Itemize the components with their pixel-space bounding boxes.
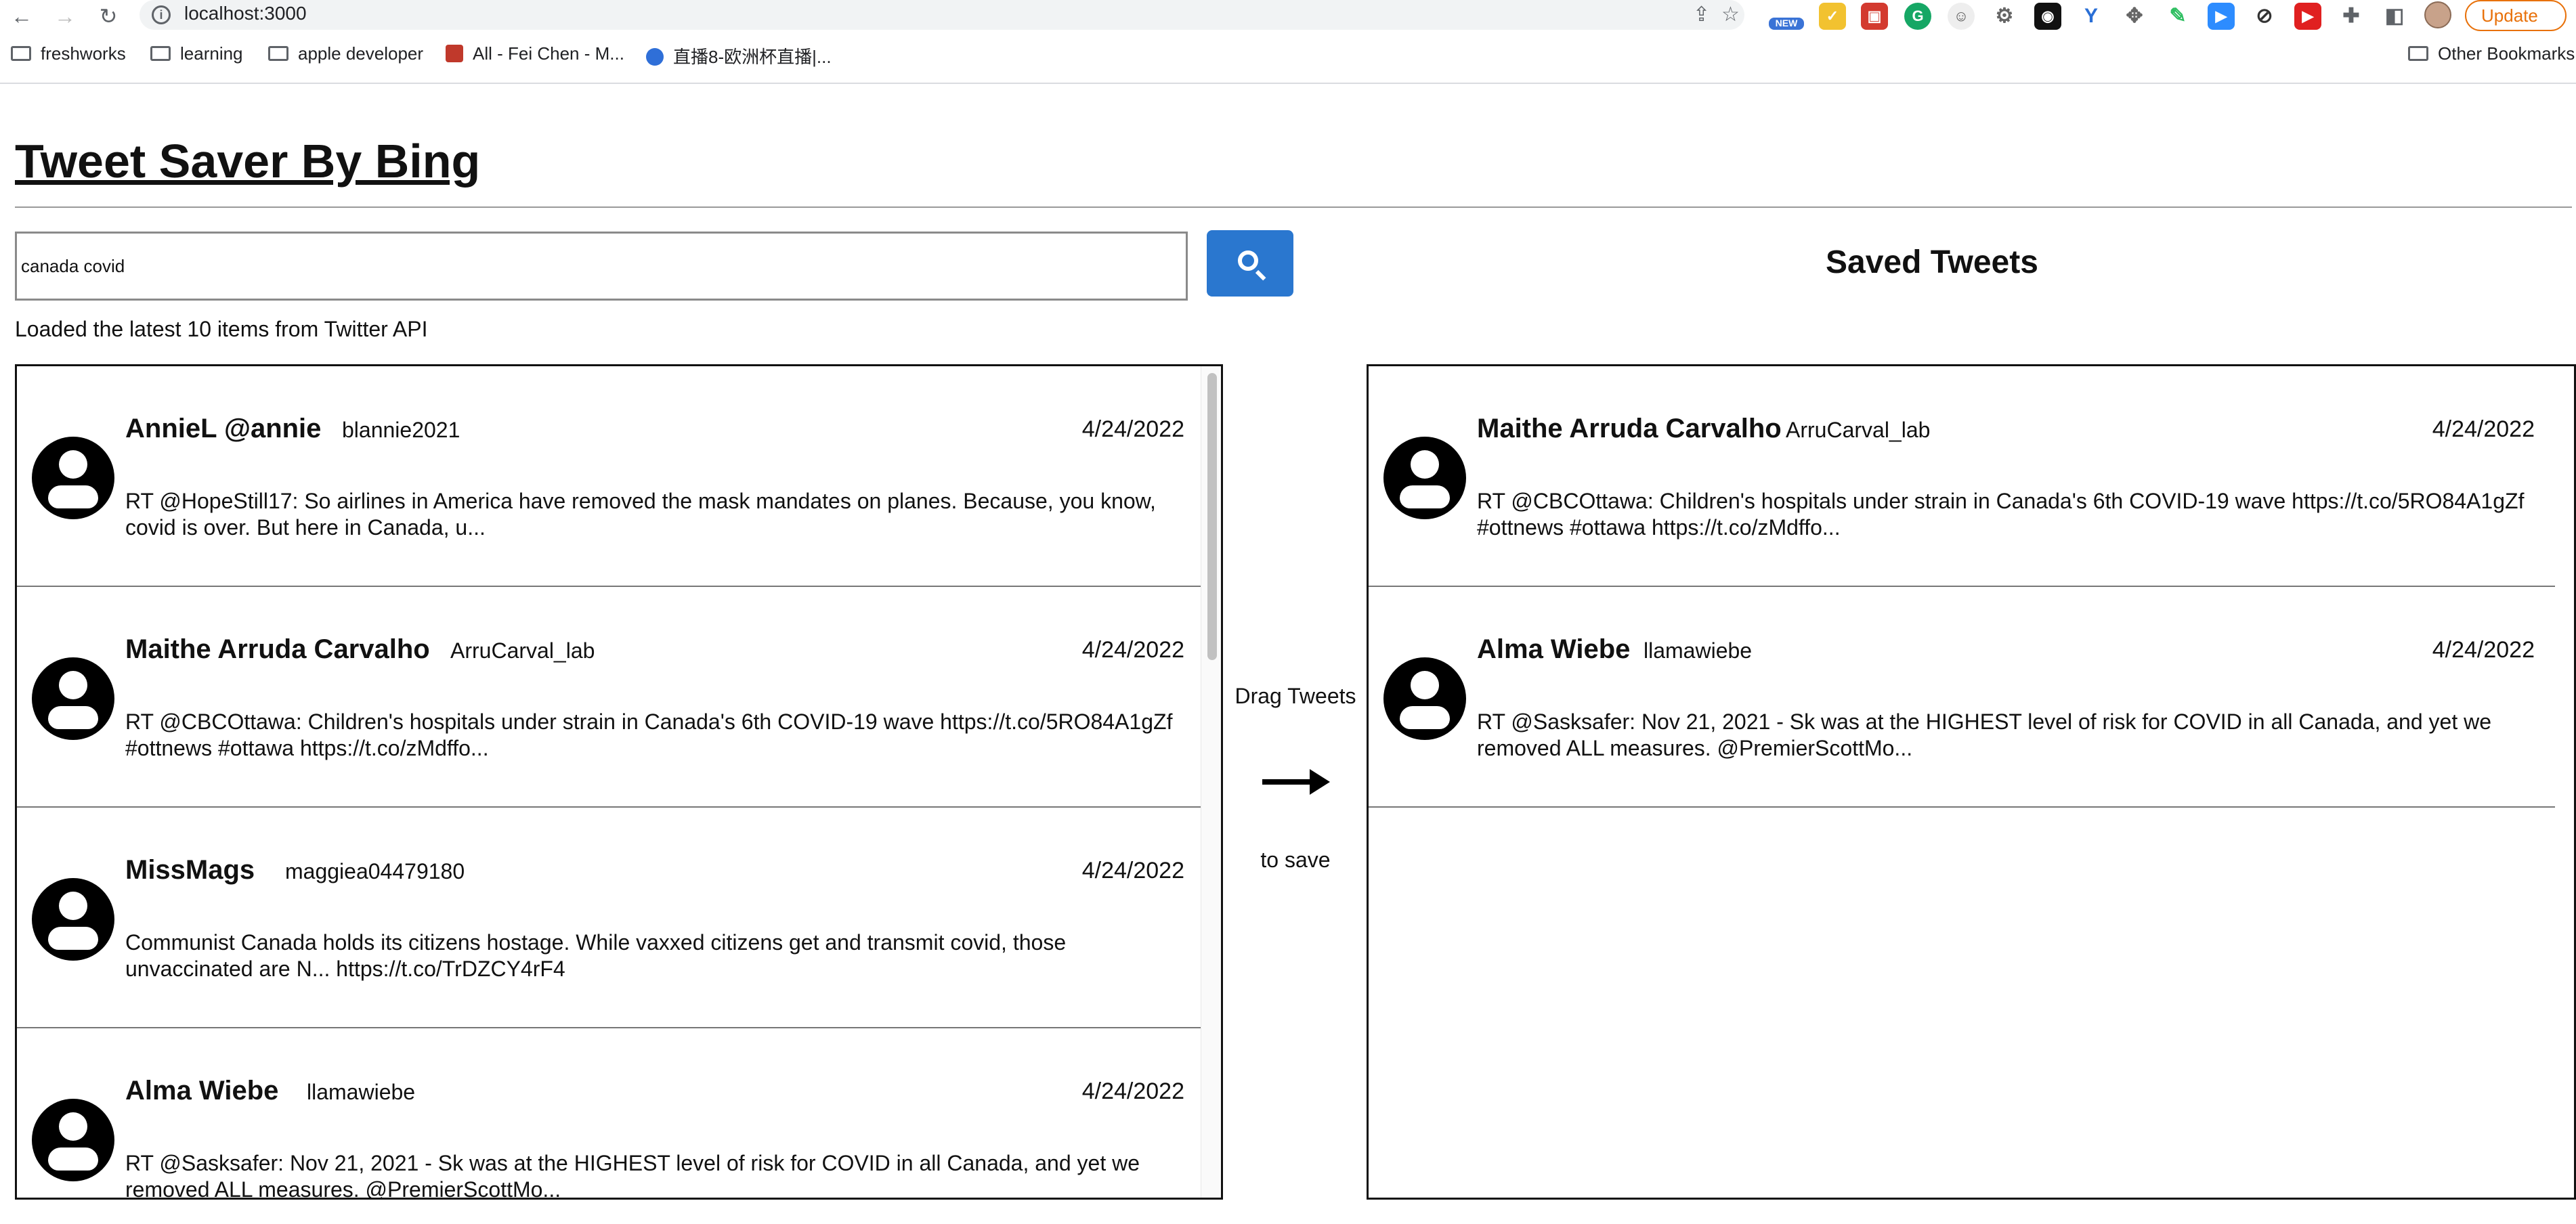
tweet-text: RT @CBCOttawa: Children's hospitals unde… xyxy=(1477,489,2525,540)
folder-icon xyxy=(268,46,288,61)
avatar-icon xyxy=(32,878,114,961)
save-hint-text: to save xyxy=(1260,848,1331,872)
tweet-date: 4/24/2022 xyxy=(1081,637,1184,663)
avatar-icon xyxy=(32,1099,114,1181)
tweet-author-handle: llamawiebe xyxy=(307,1080,416,1104)
zoom-icon[interactable]: ▶ xyxy=(2208,3,2235,30)
tweet-author-name: Alma Wiebe xyxy=(1477,634,1631,664)
site-info-icon[interactable]: i xyxy=(152,5,171,24)
bookmark-label: learning xyxy=(180,43,243,64)
tweet-card[interactable]: AnnieL @annie blannie2021 4/24/2022 RT @… xyxy=(17,366,1205,587)
bookmark-fei-chen[interactable]: All - Fei Chen - M... xyxy=(446,43,624,64)
tweet-author-name: Alma Wiebe xyxy=(125,1076,279,1106)
avatar-icon xyxy=(32,657,114,740)
tweet-date: 4/24/2022 xyxy=(2432,637,2535,663)
bookmark-zhibo8[interactable]: 直播8-欧洲杯直播|... xyxy=(646,43,832,68)
other-bookmarks[interactable]: Other Bookmarks xyxy=(2408,43,2575,64)
tweet-author-handle: blannie2021 xyxy=(342,418,460,442)
tweet-text: RT @Sasksafer: Nov 21, 2021 - Sk was at … xyxy=(1477,709,2492,760)
tweet-date: 4/24/2022 xyxy=(1081,416,1184,442)
bookmarks-bar: freshworks learning apple developer All … xyxy=(0,42,2576,73)
tweet-date: 4/24/2022 xyxy=(2432,416,2535,442)
bookmark-label: Other Bookmarks xyxy=(2438,43,2575,64)
face-extension-icon[interactable]: ☺ xyxy=(1948,3,1975,30)
bookmark-label: 直播8-欧洲杯直播|... xyxy=(673,47,832,67)
new-extension-icon[interactable]: NEW xyxy=(1769,18,1804,30)
bookmark-label: apple developer xyxy=(298,43,424,64)
site-favicon-icon xyxy=(646,48,664,66)
red-extension-icon[interactable]: ▣ xyxy=(1861,3,1888,30)
check-extension-icon[interactable]: ✓ xyxy=(1819,3,1846,30)
right-arrow-icon xyxy=(1262,769,1330,795)
tweet-card[interactable]: MissMags maggiea04479180 4/24/2022 Commu… xyxy=(17,808,1205,1028)
tweet-author-handle: ArruCarval_lab xyxy=(1786,418,1931,442)
youtube-icon[interactable]: ▶ xyxy=(2294,3,2321,30)
avatar-icon xyxy=(32,437,114,519)
bookmark-label: All - Fei Chen - M... xyxy=(473,43,624,64)
update-label: Update xyxy=(2481,5,2538,26)
tweet-author-name: Maithe Arruda Carvalho xyxy=(125,634,430,664)
avatar-icon xyxy=(1383,437,1466,519)
search-results-list[interactable]: AnnieL @annie blannie2021 4/24/2022 RT @… xyxy=(15,364,1223,1200)
share-icon[interactable]: ⇪ xyxy=(1693,3,1710,26)
gear-extension-icon[interactable]: ⚙ xyxy=(1991,3,2018,30)
search-icon-handle xyxy=(1255,269,1266,281)
saved-tweets-list[interactable]: Maithe Arruda Carvalho ArruCarval_lab 4/… xyxy=(1367,364,2576,1200)
folder-icon xyxy=(2408,46,2428,61)
update-button[interactable]: Update xyxy=(2465,0,2567,31)
tweet-text: Communist Canada holds its citizens host… xyxy=(125,930,1067,981)
tweet-author-name: MissMags xyxy=(125,855,255,885)
folder-icon xyxy=(150,46,171,61)
tweet-card[interactable]: Maithe Arruda Carvalho ArruCarval_lab 4/… xyxy=(17,587,1205,808)
status-message: Loaded the latest 10 items from Twitter … xyxy=(15,317,428,341)
site-favicon-icon xyxy=(446,45,463,62)
tweet-author-name: Maithe Arruda Carvalho xyxy=(1477,414,1782,443)
folder-icon xyxy=(11,46,31,61)
y-extension-icon[interactable]: Y xyxy=(2078,3,2105,30)
scrollbar-thumb[interactable] xyxy=(1207,373,1217,660)
drag-hint-text: Drag Tweets xyxy=(1235,684,1356,708)
evernote-icon[interactable]: ✎ xyxy=(2164,3,2191,30)
url-text: localhost:3000 xyxy=(184,3,307,24)
tweet-text: RT @CBCOttawa: Children's hospitals unde… xyxy=(125,709,1173,760)
bookmark-apple-developer[interactable]: apple developer xyxy=(268,43,423,64)
tweet-card[interactable]: Alma Wiebe llamawiebe 4/24/2022 RT @Sask… xyxy=(17,1028,1205,1200)
bookmark-label: freshworks xyxy=(41,43,126,64)
reload-icon[interactable]: ↻ xyxy=(95,3,122,30)
bookmark-freshworks[interactable]: freshworks xyxy=(11,43,126,64)
address-bar[interactable]: i localhost:3000 ⇪ ☆ xyxy=(139,0,1744,30)
side-panel-icon[interactable]: ◧ xyxy=(2381,3,2408,30)
search-icon xyxy=(1238,250,1258,271)
title-divider xyxy=(15,206,2572,208)
avatar-icon xyxy=(1383,657,1466,740)
saved-tweet-card[interactable]: Alma Wiebe llamawiebe 4/24/2022 RT @Sask… xyxy=(1369,587,2555,808)
forward-icon[interactable]: → xyxy=(51,3,79,30)
bookmark-learning[interactable]: learning xyxy=(150,43,243,64)
block-extension-icon[interactable]: ⊘ xyxy=(2251,3,2278,30)
search-input[interactable] xyxy=(15,232,1188,301)
grammarly-icon[interactable]: G xyxy=(1904,3,1931,30)
tweet-text: RT @HopeStill17: So airlines in America … xyxy=(125,489,1156,540)
browser-chrome: ← → ↻ i localhost:3000 ⇪ ☆ NEW ✓ ▣ G ☺ ⚙… xyxy=(0,0,2576,84)
saved-tweet-card[interactable]: Maithe Arruda Carvalho ArruCarval_lab 4/… xyxy=(1369,366,2555,587)
bookmark-star-icon[interactable]: ☆ xyxy=(1721,3,1740,26)
tweet-author-handle: maggiea04479180 xyxy=(285,859,465,883)
tweet-text: RT @Sasksafer: Nov 21, 2021 - Sk was at … xyxy=(125,1151,1140,1200)
results-scrollbar[interactable] xyxy=(1201,366,1221,1198)
dark-extension-icon[interactable]: ◉ xyxy=(2034,3,2061,30)
extensions-puzzle-icon[interactable]: ✚ xyxy=(2338,3,2365,30)
back-icon[interactable]: ← xyxy=(8,3,35,30)
search-button[interactable] xyxy=(1207,230,1293,297)
move-extension-icon[interactable]: ✥ xyxy=(2121,3,2148,30)
tweet-date: 4/24/2022 xyxy=(1081,1078,1184,1104)
saved-tweets-title: Saved Tweets xyxy=(1826,244,2038,280)
tweet-author-name: AnnieL @annie xyxy=(125,414,322,443)
tweet-date: 4/24/2022 xyxy=(1081,858,1184,883)
profile-avatar[interactable] xyxy=(2424,1,2451,28)
tweet-author-handle: ArruCarval_lab xyxy=(450,638,595,663)
tweet-author-handle: llamawiebe xyxy=(1644,638,1753,663)
app-title: Tweet Saver By Bing xyxy=(15,135,481,188)
